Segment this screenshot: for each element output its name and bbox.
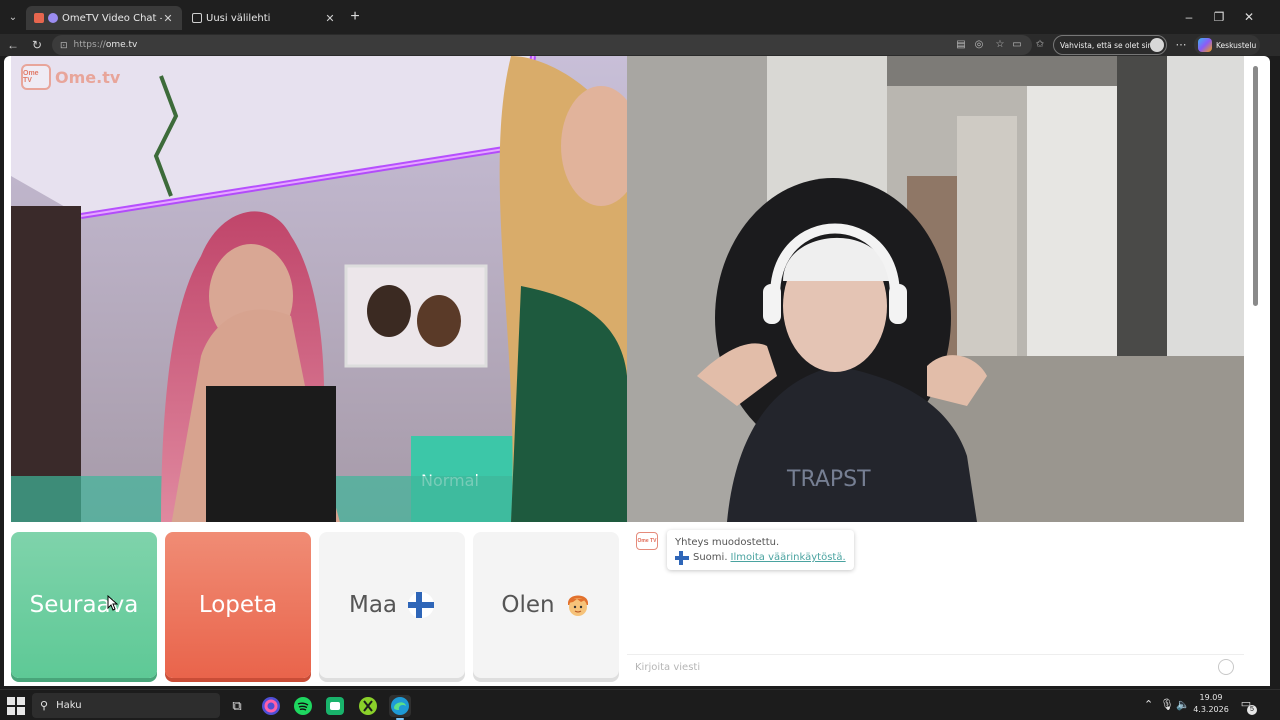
favorite-star-icon[interactable]: ☆ [993, 38, 1007, 52]
avatar [1150, 38, 1164, 52]
system-message: Yhteys muodostettu. Suomi. Ilmoita vääri… [667, 530, 854, 570]
scrollbar-thumb[interactable] [1253, 66, 1258, 306]
windows-taskbar: ⚲ Haku ⧉ ⌃ 🎙 🔈 19.09 4.3.2026 ▭ 5 [0, 689, 1280, 720]
xbox-icon[interactable] [357, 695, 379, 717]
verify-label: Vahvista, että se olet sinä [1060, 40, 1157, 50]
ometv-logo-icon: Ome TV [21, 64, 51, 90]
tray-overflow-icon[interactable]: ⌃ [1144, 698, 1153, 711]
chat-message-input[interactable]: Kirjoita viesti [627, 654, 1244, 680]
search-icon: ⚲ [40, 699, 49, 712]
profile-verify-button[interactable]: Vahvista, että se olet sinä [1053, 35, 1167, 55]
emoji-icon[interactable] [1218, 659, 1234, 675]
tab-title: Uusi välilehti [206, 12, 271, 24]
edge-browser-icon[interactable] [389, 695, 411, 720]
tab-actions-menu-icon[interactable]: ⌄ [4, 8, 22, 26]
tab-new-tab[interactable]: Uusi välilehti ✕ [184, 6, 344, 30]
recording-indicator-icon [48, 13, 58, 23]
tab-ometv[interactable]: OmeTV Video Chat — Omegle ✕ [26, 6, 182, 30]
gender-selector-button[interactable]: Olen [473, 532, 619, 678]
taskbar-search-box[interactable]: ⚲ Haku [32, 693, 220, 718]
opera-gx-icon[interactable] [260, 695, 282, 717]
task-view-icon[interactable]: ⧉ [226, 695, 248, 717]
page-scrollbar[interactable] [1252, 62, 1258, 682]
finland-flag-icon [675, 550, 689, 565]
address-toolbar: ← ↻ ⊡ https://ome.tv ▤ ◎ ☆ ▭ ✩ Vahvista,… [0, 34, 1280, 56]
spotify-icon[interactable] [292, 695, 314, 717]
site-info-icon[interactable]: ⊡ [60, 40, 68, 51]
reload-icon[interactable]: ↻ [28, 36, 46, 54]
clock-date: 4.3.2026 [1193, 705, 1229, 714]
new-tab-favicon-icon [192, 13, 202, 23]
report-abuse-link[interactable]: Ilmoita väärinkäytöstä. [731, 550, 846, 565]
remote-video: Normal Ome TV Ome.tv [11, 56, 627, 522]
new-tab-plus-icon[interactable]: + [346, 8, 364, 26]
taskbar-clock[interactable]: 19.09 4.3.2026 [1188, 692, 1234, 716]
country-label: Maa [348, 592, 398, 618]
restore-icon[interactable]: ❐ [1204, 8, 1234, 26]
ometv-logo[interactable]: Ome TV Ome.tv [21, 64, 120, 90]
next-label: Seuraava [29, 592, 139, 618]
reader-view-icon[interactable]: ▤ [954, 38, 968, 52]
more-options-icon[interactable]: ⋯ [1172, 36, 1190, 54]
copilot-button[interactable]: Keskustelu [1194, 35, 1260, 55]
windows-start-icon[interactable] [6, 696, 26, 716]
notification-count-badge: 5 [1247, 705, 1257, 715]
next-button[interactable]: Seuraava [11, 532, 157, 678]
back-arrow-icon[interactable]: ← [4, 36, 22, 54]
favorites-icon[interactable]: ✩ [1033, 38, 1047, 52]
url-text: https://ome.tv [73, 40, 138, 50]
close-window-icon[interactable]: ✕ [1234, 8, 1264, 26]
steam-link-icon[interactable] [324, 695, 346, 717]
copilot-icon [1198, 38, 1212, 52]
close-tab-icon[interactable]: ✕ [324, 12, 336, 25]
notification-center-icon[interactable]: ▭ 5 [1238, 697, 1257, 715]
ometv-page: Normal Ome TV Ome.tv [4, 56, 1270, 686]
finland-flag-icon [407, 591, 435, 619]
clock-time: 19.09 [1199, 693, 1223, 702]
close-tab-icon[interactable]: ✕ [162, 12, 174, 25]
taskbar-search-label: Haku [56, 700, 82, 711]
tab-title: OmeTV Video Chat — Omegle [62, 12, 162, 24]
ometv-logo-text: Ome.tv [55, 67, 121, 87]
gender-label: Olen [501, 592, 555, 618]
ometv-chat-logo-icon: Ome TV [636, 532, 658, 550]
local-video-frame: TRAPST [627, 56, 1244, 522]
partner-country-text: Suomi. [693, 552, 728, 563]
tracking-prevention-icon[interactable]: ◎ [972, 38, 986, 52]
ometv-favicon-icon [34, 13, 44, 23]
connection-status-text: Yhteys muodostettu. [675, 537, 780, 548]
mouse-cursor-icon [107, 595, 118, 611]
camera-in-use-icon[interactable]: ▭ [1010, 38, 1024, 52]
minimize-icon[interactable]: – [1174, 8, 1204, 26]
url-input[interactable]: ⊡ https://ome.tv [52, 35, 1032, 55]
local-video: TRAPST [627, 56, 1244, 522]
stop-label: Lopeta [198, 592, 278, 618]
microphone-icon[interactable]: 🎙 [1160, 698, 1174, 711]
stop-button[interactable]: Lopeta [165, 532, 311, 678]
remote-video-frame: Normal [11, 56, 627, 522]
chat-panel: Ome TV Yhteys muodostettu. Suomi. Ilmoit… [627, 522, 1244, 682]
svg-text:TRAPST: TRAPST [786, 467, 871, 492]
browser-tab-bar: ⌄ OmeTV Video Chat — Omegle ✕ Uusi välil… [0, 0, 1280, 34]
boy-avatar-icon [565, 591, 591, 619]
country-selector-button[interactable]: Maa [319, 532, 465, 678]
copilot-label: Keskustelu [1216, 40, 1257, 50]
